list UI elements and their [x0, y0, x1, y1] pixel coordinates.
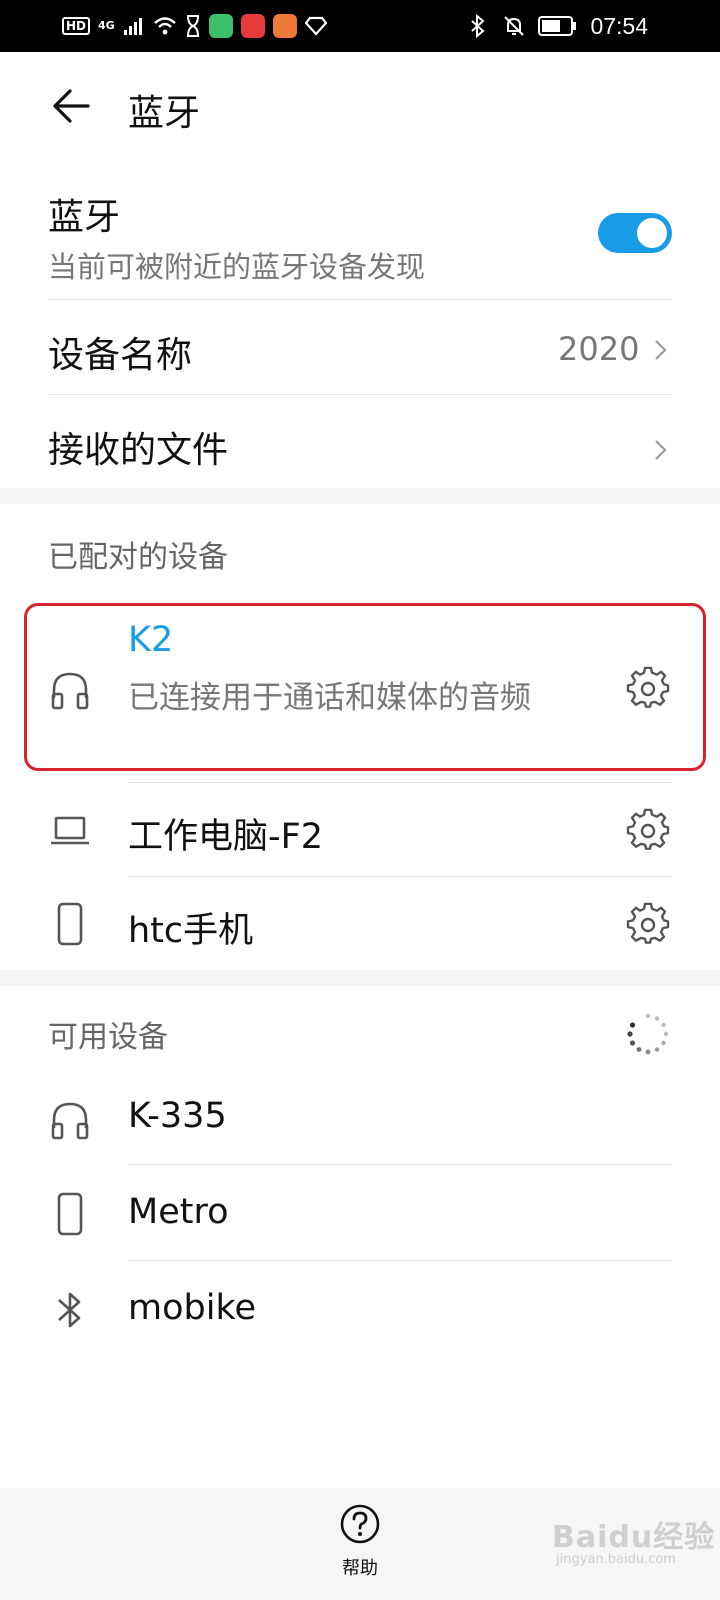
mute-icon — [504, 16, 525, 36]
device-name: mobike — [128, 1288, 257, 1328]
available-devices-header: 可用设备 — [48, 1020, 168, 1055]
device-name: 工作电脑-F2 — [128, 817, 324, 857]
divider — [128, 876, 672, 877]
page-title: 蓝牙 — [128, 93, 201, 134]
device-name: Metro — [128, 1192, 229, 1232]
phone-icon — [57, 1192, 83, 1236]
received-files-label: 接收的文件 — [48, 430, 229, 471]
baidu-watermark: Baidu经验 — [552, 1520, 716, 1555]
device-name-label: 设备名称 — [48, 335, 193, 376]
bluetooth-icon — [58, 1292, 81, 1328]
device-name: htc手机 — [128, 911, 254, 951]
switch-knob — [637, 218, 667, 248]
gear-icon[interactable] — [626, 902, 670, 946]
chevron-right-icon — [655, 340, 667, 360]
bluetooth-label: 蓝牙 — [48, 197, 121, 238]
headphones-icon — [51, 1102, 89, 1140]
paired-devices-header: 已配对的设备 — [48, 540, 228, 575]
divider — [48, 299, 672, 300]
app-icon-red — [240, 14, 265, 38]
device-name-value: 2020 — [558, 330, 640, 368]
battery-icon — [538, 16, 577, 36]
gear-icon[interactable] — [626, 808, 670, 852]
hourglass-icon — [186, 15, 199, 37]
section-gap — [0, 488, 720, 504]
divider — [48, 394, 672, 395]
divider — [128, 1164, 672, 1165]
app-icon-green — [208, 14, 233, 38]
hd-badge: HD — [62, 17, 91, 35]
chevron-right-icon — [655, 440, 667, 460]
status-bar: HD 4G 07:54 — [0, 0, 720, 52]
status-right-icons: 07:54 — [466, 12, 648, 40]
bluetooth-switch[interactable] — [598, 213, 672, 253]
signal-icon — [123, 18, 142, 35]
clock: 07:54 — [590, 12, 648, 39]
divider — [128, 1260, 672, 1261]
device-name: K-335 — [128, 1096, 227, 1136]
highlight-box — [24, 603, 706, 771]
phone-icon — [57, 902, 83, 946]
wifi-icon — [153, 17, 176, 35]
help-icon — [340, 1504, 380, 1544]
app-icon-orange — [272, 14, 297, 38]
app-bar: 蓝牙 — [0, 52, 720, 164]
divider — [128, 782, 672, 783]
diamond-icon — [304, 16, 327, 36]
bluetooth-status-icon — [471, 14, 485, 38]
bluetooth-discoverable-text: 当前可被附近的蓝牙设备发现 — [48, 250, 426, 284]
network-type: 4G — [98, 19, 115, 32]
section-gap — [0, 970, 720, 986]
loading-spinner-icon — [627, 1013, 669, 1055]
baidu-watermark-url: jingyan.baidu.com — [556, 1552, 676, 1567]
status-left-icons: HD 4G — [62, 12, 327, 40]
laptop-icon — [51, 816, 89, 845]
back-arrow-icon[interactable] — [48, 82, 96, 130]
